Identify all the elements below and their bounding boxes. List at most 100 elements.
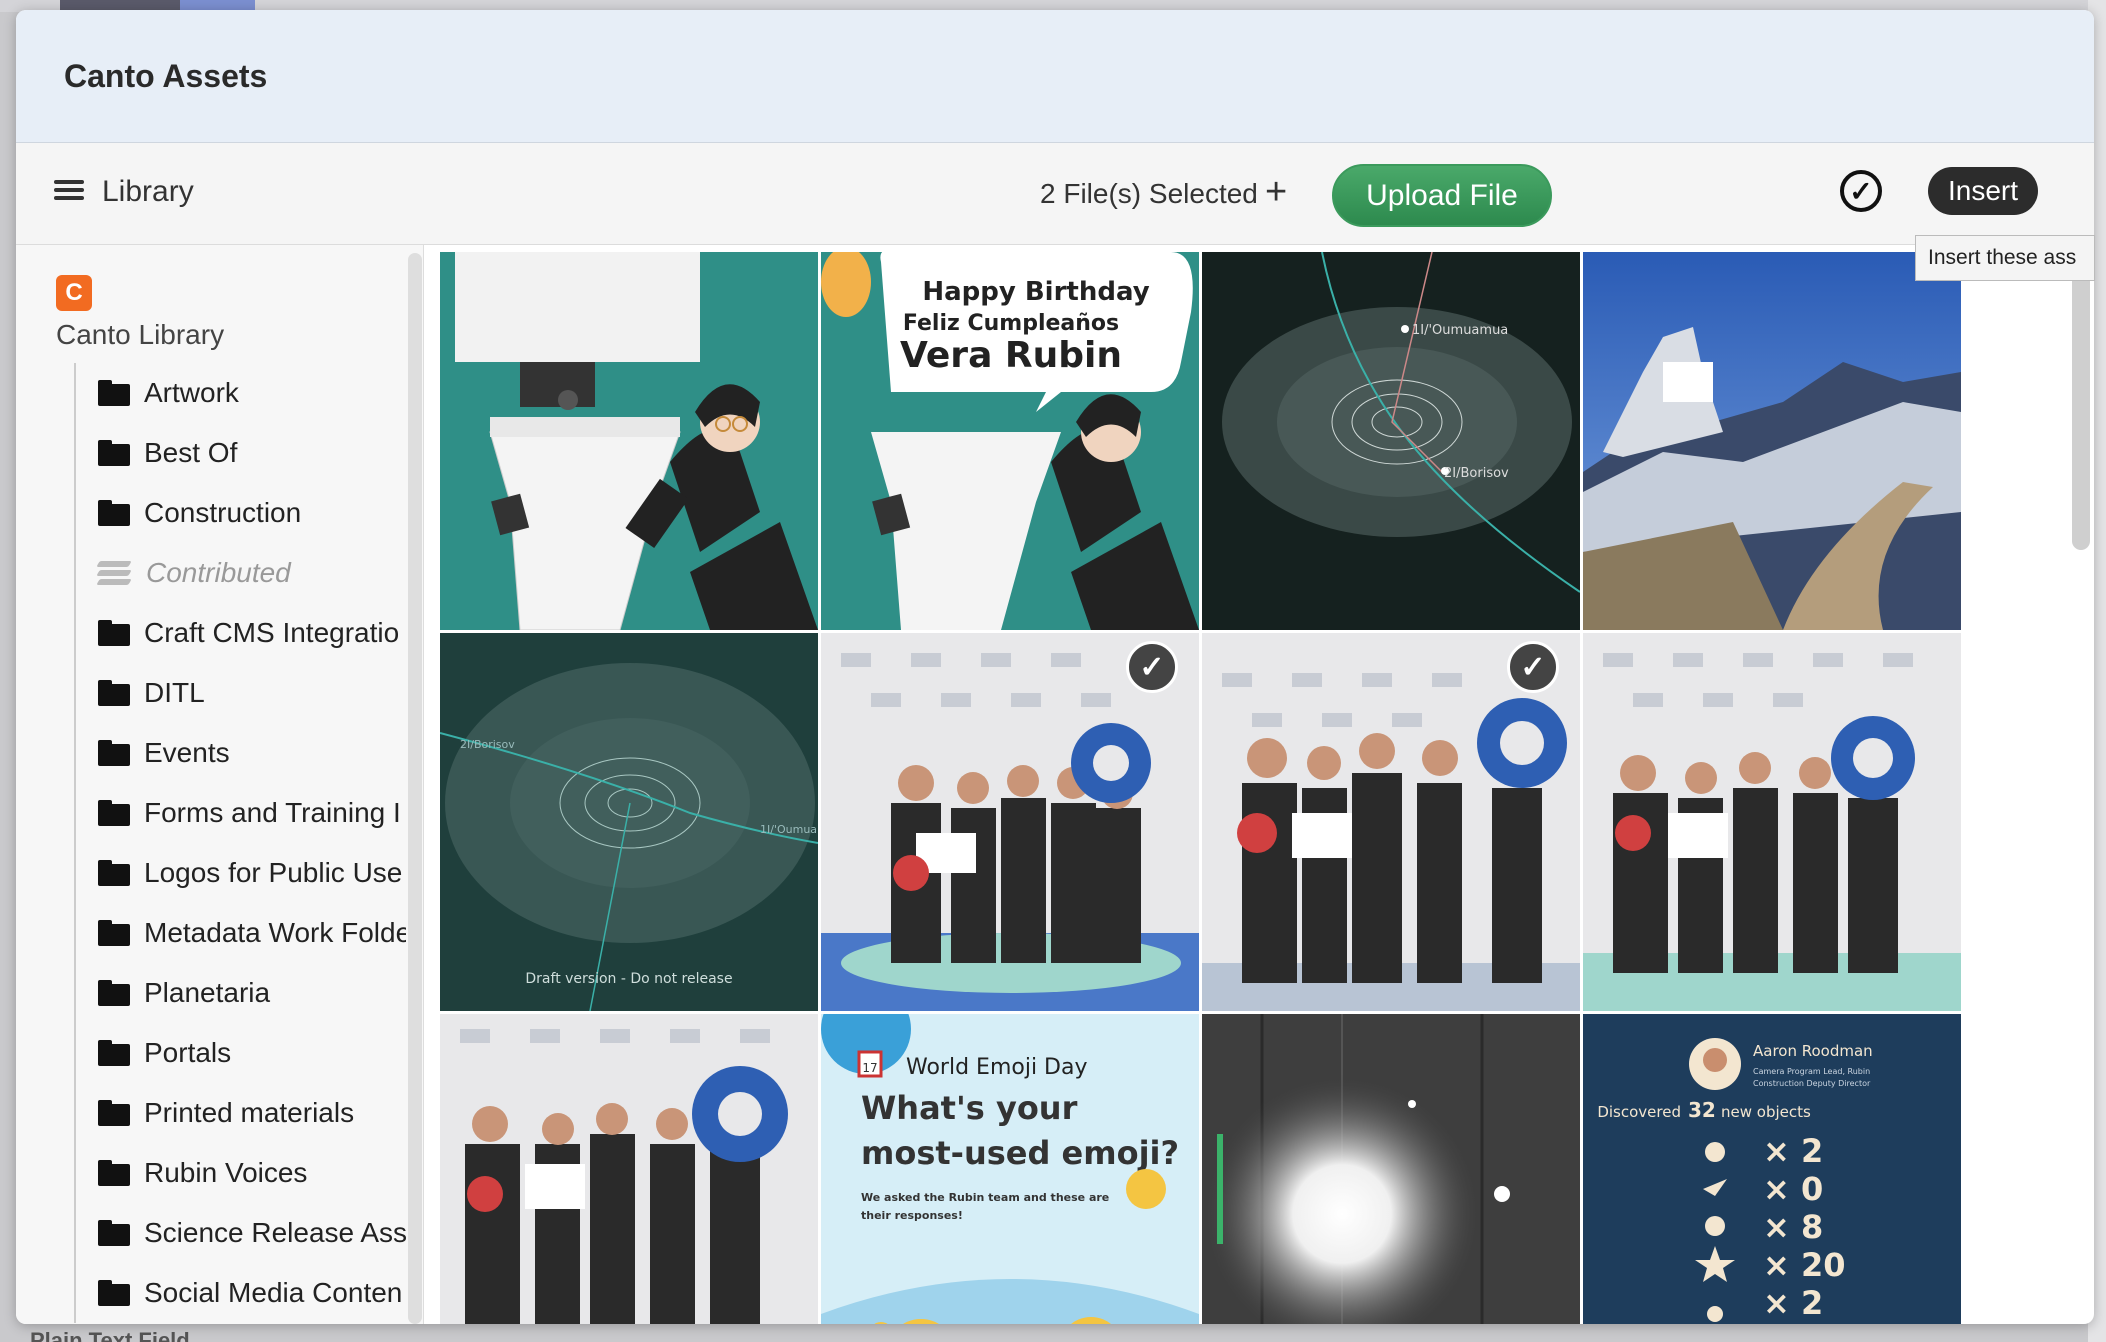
orbit-label-borisov: 2I/Borisov xyxy=(1444,466,1509,481)
aaron-count-2: × 0 xyxy=(1763,1170,1823,1208)
menu-icon[interactable] xyxy=(54,176,84,206)
library-root-label: Canto Library xyxy=(56,319,225,350)
folder-tree: Artwork Best Of Construction Contributed Cra… xyxy=(74,363,406,1323)
asset-tile-aaron-roodman[interactable]: Aaron Roodman Camera Program Lead, Rubin… xyxy=(1583,1014,1961,1324)
aaron-count-3: × 8 xyxy=(1763,1208,1823,1246)
aaron-discovered-pre: Discovered xyxy=(1597,1103,1681,1121)
selected-check-icon[interactable]: ✓ xyxy=(1126,641,1178,693)
sidebar-scrollbar[interactable] xyxy=(408,253,422,1324)
asset-tile-rubin-illustration[interactable] xyxy=(440,252,818,630)
sidebar-item-label: DITL xyxy=(144,677,205,708)
aaron-discovered-post: new objects xyxy=(1721,1103,1811,1121)
emoji-title: World Emoji Day xyxy=(906,1055,1088,1080)
folder-icon xyxy=(98,920,130,946)
sidebar-item-planetaria[interactable]: Planetaria xyxy=(76,963,406,1023)
asset-tile-orbit-diagram[interactable]: 1I/'Oumuamua 2I/Borisov xyxy=(1202,252,1580,630)
sidebar-item-label: Forms and Training I xyxy=(144,797,401,828)
sidebar-item-label: Printed materials xyxy=(144,1097,355,1128)
birthday-line3: Vera Rubin xyxy=(900,335,1122,376)
asset-tile-happy-birthday[interactable]: Happy Birthday Feliz Cumpleaños Vera Rub… xyxy=(821,252,1199,630)
birthday-line1: Happy Birthday xyxy=(922,277,1149,307)
aaron-name: Aaron Roodman xyxy=(1753,1042,1873,1060)
asset-tile-star-image[interactable] xyxy=(1202,1014,1580,1324)
asset-tile-observatory[interactable] xyxy=(1583,252,1961,630)
sidebar-item-metadata-work-folde[interactable]: Metadata Work Folde xyxy=(76,903,406,963)
birthday-line2: Feliz Cumpleaños xyxy=(903,311,1119,336)
selected-check-icon[interactable]: ✓ xyxy=(1507,641,1559,693)
grid-scrollbar[interactable] xyxy=(2072,250,2090,550)
insert-button[interactable]: Insert xyxy=(1928,167,2038,215)
emoji-question-1: What's your xyxy=(861,1089,1078,1127)
sidebar-item-label: Social Media Conten xyxy=(144,1277,403,1308)
sidebar-item-contributed[interactable]: Contributed xyxy=(76,543,406,603)
rubin-illustration-image xyxy=(440,252,818,630)
observatory-photo xyxy=(1583,252,1961,630)
sidebar-item-label: Portals xyxy=(144,1037,232,1068)
world-emoji-day-image: 17 World Emoji Day What's your most-used… xyxy=(821,1014,1199,1324)
sidebar-item-artwork[interactable]: Artwork xyxy=(76,363,406,423)
folder-icon xyxy=(98,620,130,646)
aaron-count-1: × 2 xyxy=(1763,1132,1823,1170)
stack-icon xyxy=(96,558,132,588)
sidebar-item-label: Metadata Work Folde xyxy=(144,917,406,948)
orbit-label-oumuamua: 1I/'Oumuamua xyxy=(1412,323,1508,338)
draft-watermark: Draft version - Do not release xyxy=(525,971,732,987)
sidebar-item-construction[interactable]: Construction xyxy=(76,483,406,543)
sidebar-item-forms-and-training-i[interactable]: Forms and Training I xyxy=(76,783,406,843)
sidebar-item-label: Planetaria xyxy=(144,977,271,1008)
sidebar-item-label: Logos for Public Use xyxy=(144,857,403,888)
canto-library-root[interactable]: C Canto Library xyxy=(56,275,224,351)
folder-icon xyxy=(98,1280,130,1306)
sidebar-item-label: Rubin Voices xyxy=(144,1157,308,1188)
sidebar-item-best-of[interactable]: Best Of xyxy=(76,423,406,483)
aaron-roodman-card: Aaron Roodman Camera Program Lead, Rubin… xyxy=(1583,1014,1961,1324)
orbit-draft-image: 2I/Borisov 1I/'Oumuamua Draft version - … xyxy=(440,633,818,1011)
aaron-role-2: Construction Deputy Director xyxy=(1753,1079,1871,1088)
sidebar-item-label: Best Of xyxy=(144,437,238,468)
sidebar-item-ditl[interactable]: DITL xyxy=(76,663,406,723)
emoji-calendar-day: 17 xyxy=(862,1061,877,1075)
sidebar-item-portals[interactable]: Portals xyxy=(76,1023,406,1083)
folder-icon xyxy=(98,1220,130,1246)
folder-icon xyxy=(98,740,130,766)
sidebar-item-science-release-ass[interactable]: Science Release Ass xyxy=(76,1203,406,1263)
sidebar-item-logos-for-public-use[interactable]: Logos for Public Use xyxy=(76,843,406,903)
sidebar-item-label: Science Release Ass xyxy=(144,1217,406,1248)
group-photo-3 xyxy=(1583,633,1961,1011)
happy-birthday-image: Happy Birthday Feliz Cumpleaños Vera Rub… xyxy=(821,252,1199,630)
sidebar-item-rubin-voices[interactable]: Rubin Voices xyxy=(76,1143,406,1203)
sidebar-item-printed-materials[interactable]: Printed materials xyxy=(76,1083,406,1143)
modal-header: Canto Assets xyxy=(16,10,2094,143)
canto-assets-modal: Canto Assets Library 2 File(s) Selected … xyxy=(16,10,2094,1324)
select-all-check-icon[interactable]: ✓ xyxy=(1840,170,1882,212)
asset-tile-group-photo-1[interactable]: ✓ xyxy=(821,633,1199,1011)
asset-tile-group-photo-4[interactable] xyxy=(440,1014,818,1324)
sidebar-item-label: Craft CMS Integratio xyxy=(144,617,400,648)
add-icon[interactable]: + xyxy=(1265,173,1287,211)
aaron-discovered-num: 32 xyxy=(1688,1098,1716,1122)
asset-tile-world-emoji-day[interactable]: 17 World Emoji Day What's your most-used… xyxy=(821,1014,1199,1324)
folder-icon xyxy=(98,500,130,526)
canto-logo-icon: C xyxy=(56,275,92,311)
sidebar-item-social-media-conten[interactable]: Social Media Conten xyxy=(76,1263,406,1323)
folder-icon xyxy=(98,440,130,466)
asset-tile-orbit-draft[interactable]: 2I/Borisov 1I/'Oumuamua Draft version - … xyxy=(440,633,818,1011)
group-photo-4 xyxy=(440,1014,818,1324)
upload-file-button[interactable]: Upload File xyxy=(1332,164,1552,227)
asset-tile-group-photo-3[interactable] xyxy=(1583,633,1961,1011)
draft-label-oumuamua: 1I/'Oumuamua xyxy=(760,823,818,836)
insert-tooltip: Insert these ass xyxy=(1915,235,2095,281)
sidebar-item-label: Artwork xyxy=(144,377,239,408)
sidebar-item-craft-cms-integratio[interactable]: Craft CMS Integratio xyxy=(76,603,406,663)
folder-icon xyxy=(98,800,130,826)
aaron-count-4: × 20 xyxy=(1763,1246,1845,1284)
selected-count: 2 File(s) Selected xyxy=(1040,178,1258,209)
orbit-diagram-image: 1I/'Oumuamua 2I/Borisov xyxy=(1202,252,1580,630)
asset-tile-group-photo-2[interactable]: ✓ xyxy=(1202,633,1580,1011)
sidebar-item-events[interactable]: Events xyxy=(76,723,406,783)
library-label[interactable]: Library xyxy=(102,175,194,209)
emoji-sub-1: We asked the Rubin team and these are xyxy=(861,1191,1109,1204)
folder-icon xyxy=(98,1040,130,1066)
sidebar-item-label: Contributed xyxy=(146,557,291,588)
toolbar: Library 2 File(s) Selected + Upload File… xyxy=(16,143,2094,245)
